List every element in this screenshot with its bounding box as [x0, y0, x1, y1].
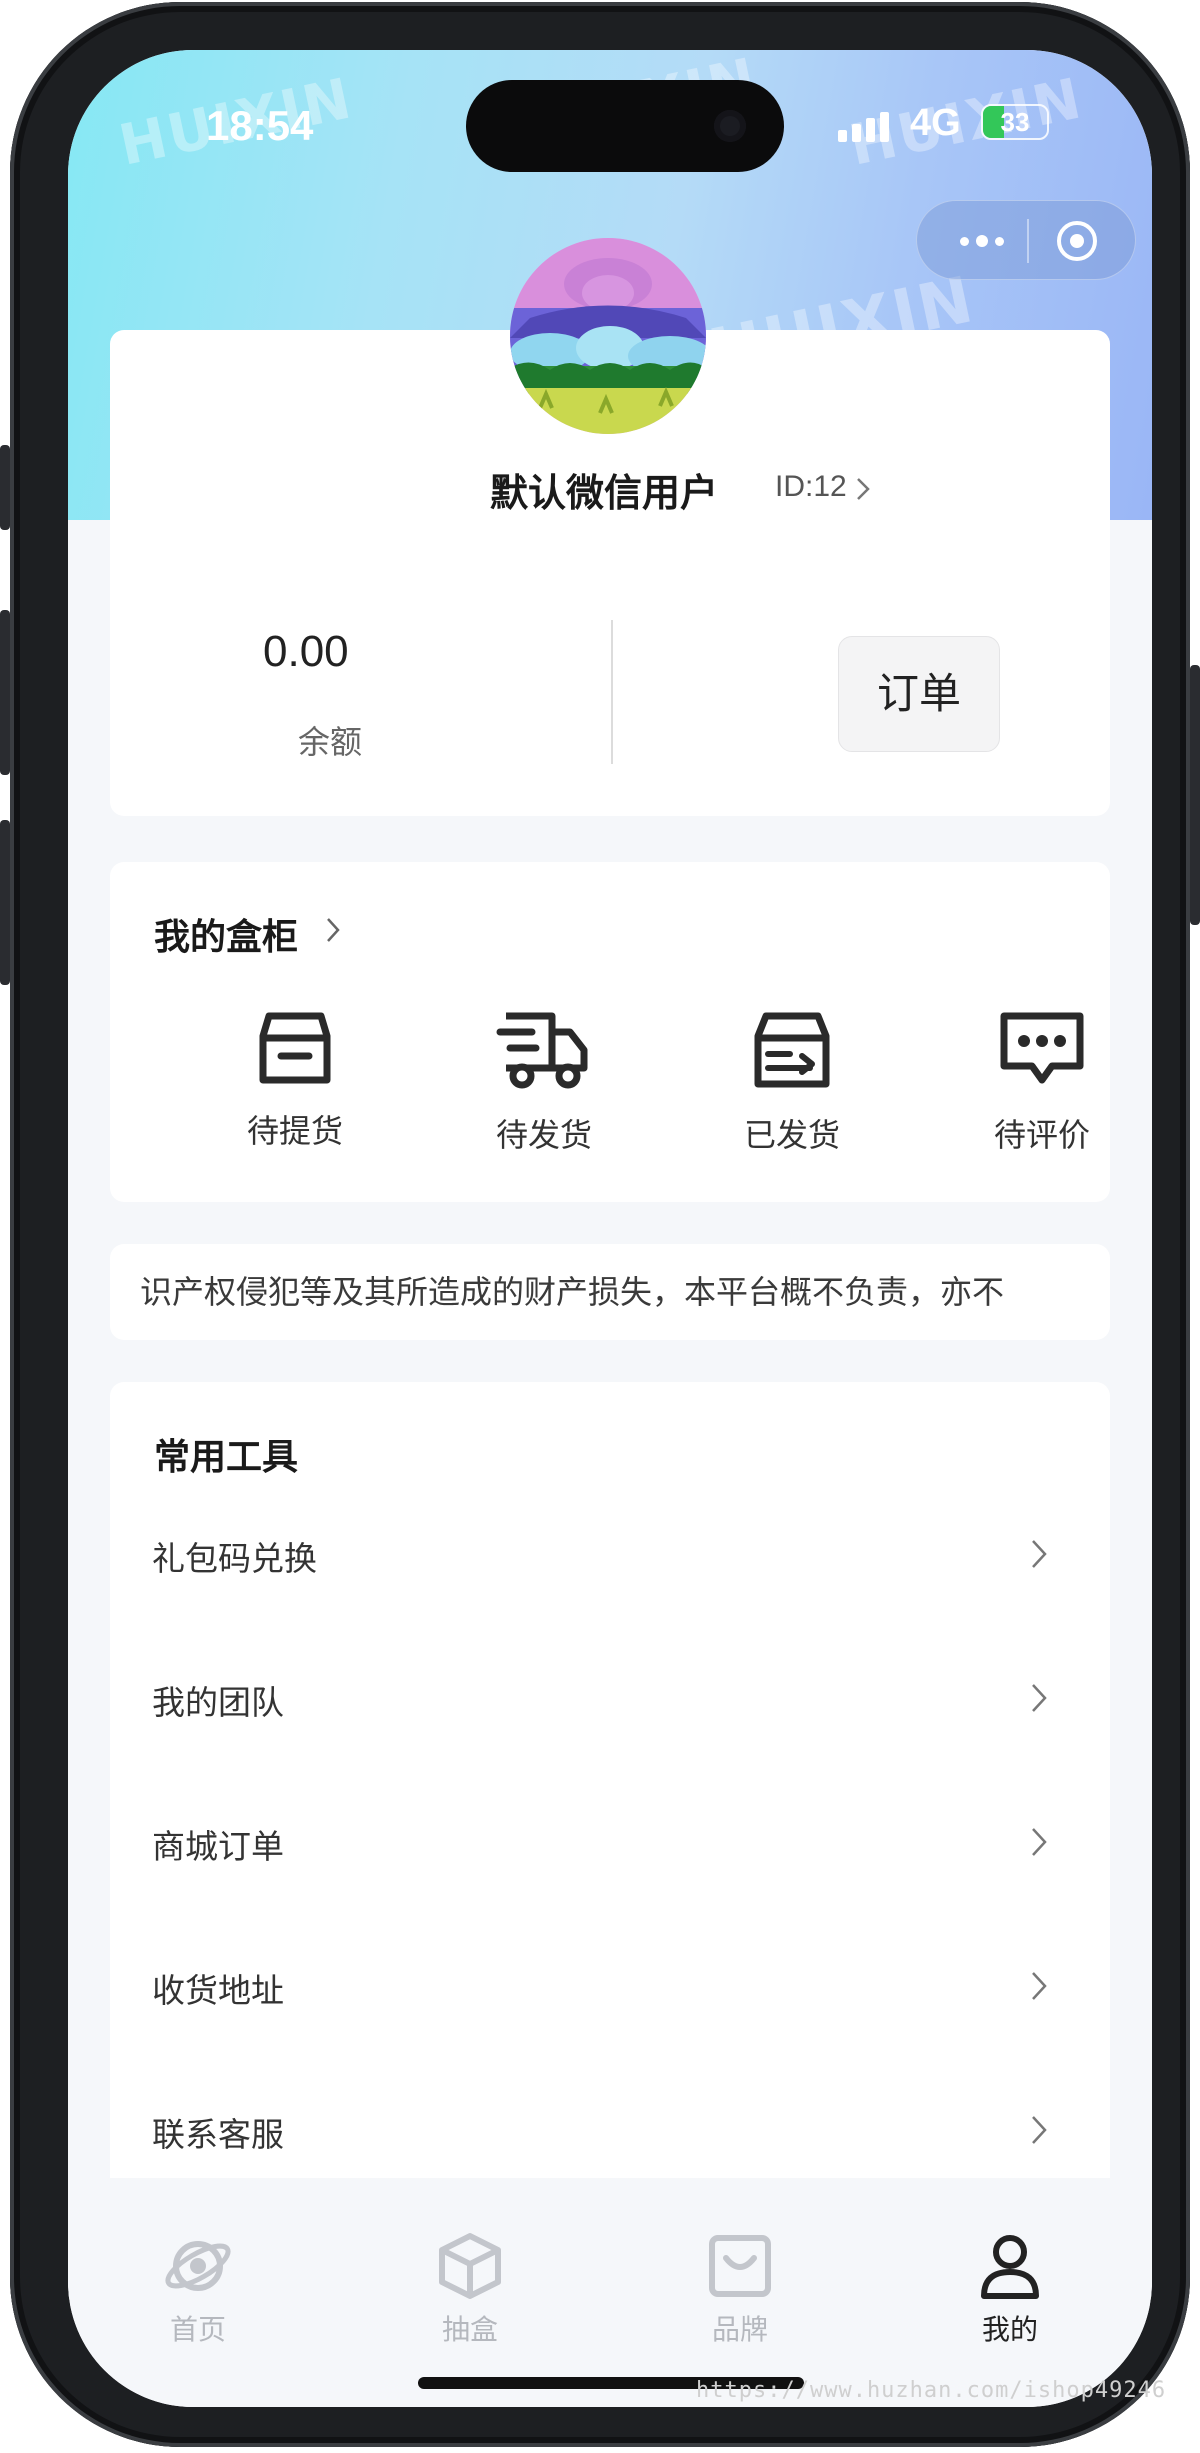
status-label: 待评价 [993, 1116, 1090, 1154]
chevron-right-icon [1032, 1972, 1047, 2000]
my-box-title[interactable]: 我的盒柜 [154, 908, 298, 960]
status-shipped[interactable]: 已发货 [682, 1008, 902, 1156]
cube-icon [439, 2233, 501, 2299]
tab-mine[interactable]: 我的 [935, 2230, 1085, 2348]
tab-label: 品牌 [711, 2313, 768, 2346]
volume-up-button [0, 610, 10, 775]
notice-bar[interactable]: 识产权侵犯等及其所造成的财产损失，本平台概不负责，亦不 [110, 1244, 1110, 1340]
bottom-tab-bar: 首页 抽盒 品牌 我的 [68, 2178, 1152, 2407]
more-icon[interactable] [947, 223, 1017, 259]
box-icon [259, 1012, 331, 1084]
notice-text: 识产权侵犯等及其所造成的财产损失，本平台概不负责，亦不 [140, 1273, 1005, 1311]
app-screen: HUIXIN HUIXIN HUIXIN HUIXIN 18:54 4G 33 [68, 50, 1152, 2407]
tool-label: 联系客服 [152, 2115, 284, 2154]
tool-label: 我的团队 [152, 1683, 284, 1722]
truck-icon [496, 1012, 588, 1089]
tab-blind-box[interactable]: 抽盒 [395, 2230, 545, 2348]
status-pending-shipment[interactable]: 待发货 [434, 1008, 654, 1156]
signal-icon [838, 108, 896, 142]
tool-row-shipping-address[interactable]: 收货地址 [110, 1948, 1110, 2028]
bag-icon [709, 2235, 771, 2297]
tab-label: 我的 [981, 2313, 1038, 2346]
battery-icon: 33 [981, 104, 1049, 140]
chevron-right-icon [1032, 2116, 1047, 2144]
tab-label: 首页 [169, 2313, 226, 2346]
volume-down-button [0, 820, 10, 985]
tool-row-customer-service[interactable]: 联系客服 [110, 2092, 1110, 2172]
username[interactable]: 默认微信用户 [490, 462, 718, 517]
miniprogram-capsule [916, 200, 1136, 280]
capsule-divider [1027, 219, 1029, 263]
tool-row-my-team[interactable]: 我的团队 [110, 1660, 1110, 1740]
power-button [1190, 665, 1200, 925]
close-miniprogram-icon[interactable] [1057, 221, 1097, 261]
tool-row-mall-orders[interactable]: 商城订单 [110, 1804, 1110, 1884]
status-label: 待发货 [495, 1116, 592, 1154]
landscape-avatar-image [510, 238, 706, 434]
chevron-right-icon [1032, 1684, 1047, 1712]
status-time: 18:54 [206, 102, 314, 149]
chevron-right-icon[interactable] [325, 916, 341, 944]
order-button[interactable]: 订单 [838, 636, 1000, 752]
chevron-right-icon [857, 478, 870, 500]
shipped-box-icon [754, 1012, 830, 1088]
tool-label: 商城订单 [152, 1827, 284, 1866]
tab-brand[interactable]: 品牌 [665, 2230, 815, 2348]
planet-icon [165, 2241, 231, 2291]
balance-label: 余额 [298, 723, 363, 761]
chevron-right-icon [1032, 1540, 1047, 1568]
status-label: 待提货 [246, 1112, 343, 1150]
stat-divider [611, 620, 613, 764]
phone-frame: HUIXIN HUIXIN HUIXIN HUIXIN 18:54 4G 33 [10, 2, 1190, 2447]
status-pending-review[interactable]: 待评价 [932, 1008, 1152, 1156]
camera-icon [714, 110, 746, 142]
user-id[interactable]: ID:12 [775, 470, 847, 504]
comment-icon [1000, 1012, 1084, 1084]
user-icon [981, 2235, 1039, 2299]
tab-label: 抽盒 [441, 2313, 498, 2346]
tab-home[interactable]: 首页 [123, 2230, 273, 2348]
avatar[interactable] [510, 238, 706, 434]
battery-percent: 33 [1000, 107, 1030, 137]
chevron-right-icon [1032, 1828, 1047, 1856]
network-type: 4G [910, 102, 961, 144]
action-button [0, 445, 10, 530]
url-watermark: https://www.huzhan.com/ishop49246 [696, 2378, 1167, 2403]
tool-label: 收货地址 [152, 1971, 284, 2010]
status-pending-pickup[interactable]: 待提货 [185, 1008, 405, 1152]
balance-value[interactable]: 0.00 [263, 627, 349, 677]
dynamic-island [466, 80, 784, 172]
tool-label: 礼包码兑换 [152, 1539, 317, 1578]
tools-title: 常用工具 [154, 1437, 299, 1478]
status-label: 已发货 [743, 1116, 840, 1154]
tool-row-gift-code[interactable]: 礼包码兑换 [110, 1516, 1110, 1596]
